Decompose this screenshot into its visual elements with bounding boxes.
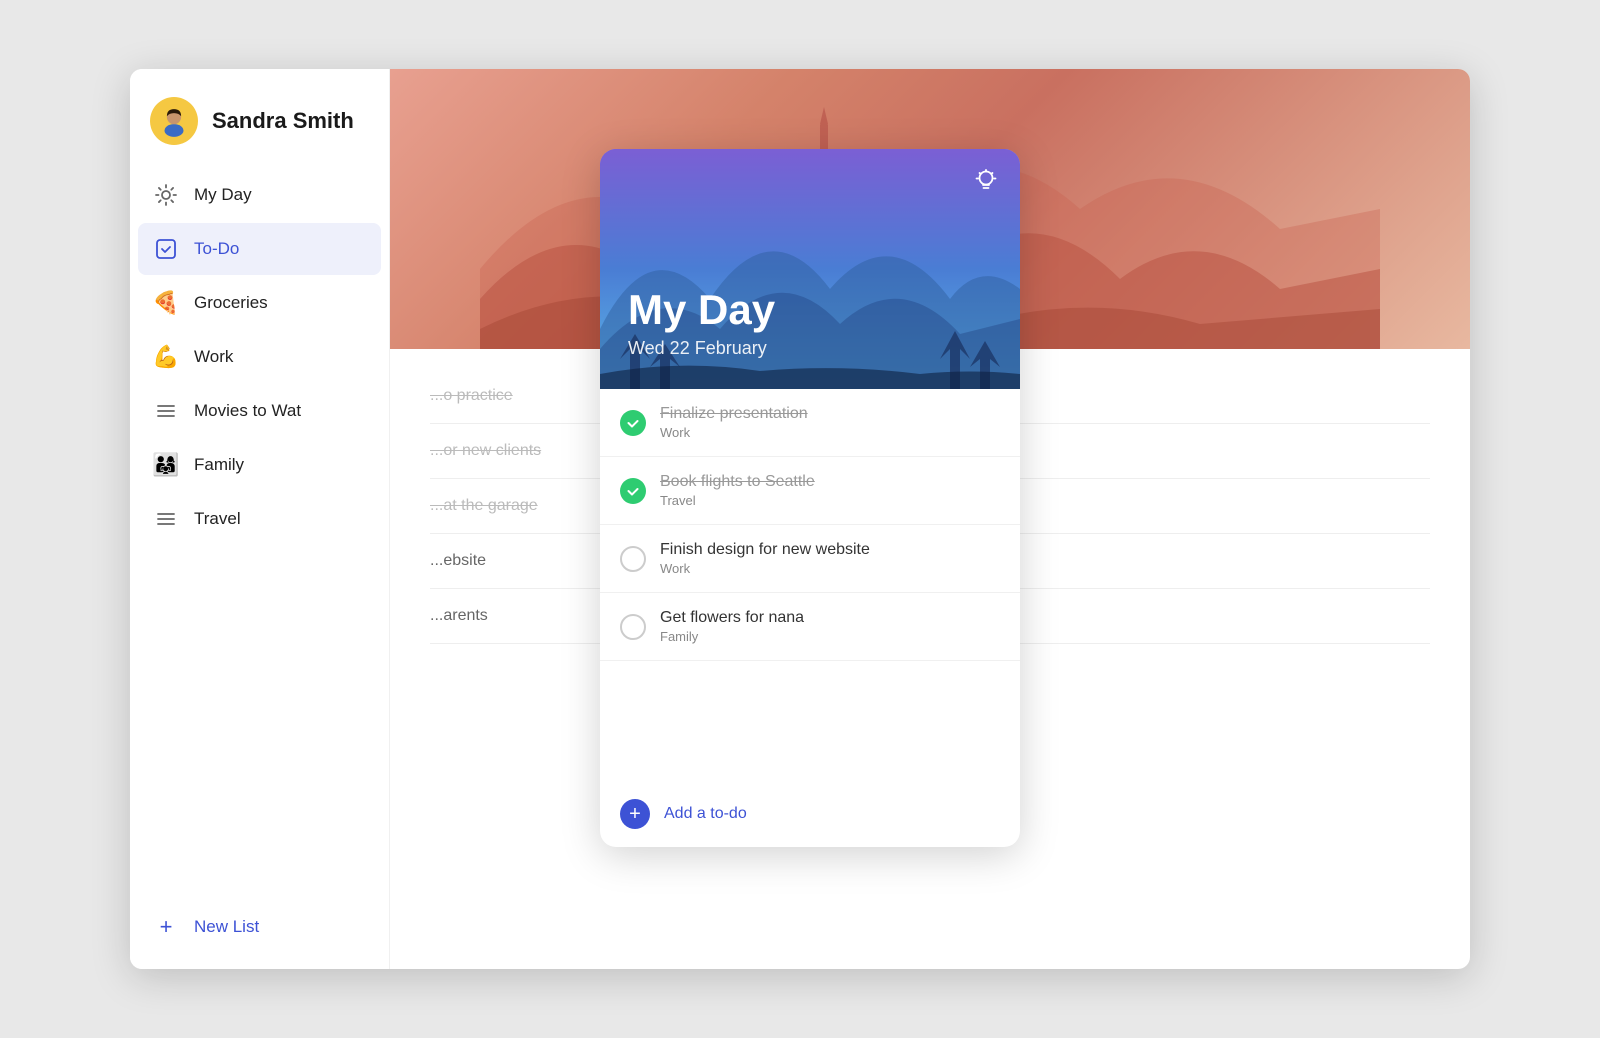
myday-task-4[interactable]: Get flowers for nana Family — [600, 593, 1020, 661]
sidebar: Sandra Smith — [130, 69, 390, 969]
task-3-list: Work — [660, 561, 870, 576]
myday-tasks-list: Finalize presentation Work Book flights … — [600, 389, 1020, 661]
myday-date: Wed 22 February — [628, 338, 775, 359]
sidebar-label-travel: Travel — [194, 509, 241, 529]
todo-icon — [152, 235, 180, 263]
add-todo-button[interactable]: + Add a to-do — [600, 781, 1020, 847]
sidebar-item-family[interactable]: 👨‍👩‍👧 Family — [138, 439, 381, 491]
sidebar-item-travel[interactable]: Travel — [138, 493, 381, 545]
new-list-label: New List — [194, 917, 259, 937]
sidebar-item-todo[interactable]: To-Do — [138, 223, 381, 275]
task-4-title: Get flowers for nana — [660, 609, 804, 627]
movies-icon — [152, 397, 180, 425]
myday-card-header: My Day Wed 22 February — [600, 149, 1020, 389]
task-3-title: Finish design for new website — [660, 541, 870, 559]
myday-task-3[interactable]: Finish design for new website Work — [600, 525, 1020, 593]
sidebar-item-my-day[interactable]: My Day — [138, 169, 381, 221]
task-4-info: Get flowers for nana Family — [660, 609, 804, 644]
task-empty-check-3[interactable] — [620, 546, 646, 572]
task-1-title: Finalize presentation — [660, 405, 808, 423]
add-todo-label: Add a to-do — [664, 805, 747, 823]
task-4-list: Family — [660, 629, 804, 644]
task-2-list: Travel — [660, 493, 815, 508]
task-1-info: Finalize presentation Work — [660, 405, 808, 440]
myday-task-2[interactable]: Book flights to Seattle Travel — [600, 457, 1020, 525]
sidebar-label-work: Work — [194, 347, 233, 367]
myday-title-text: My Day — [628, 286, 775, 334]
bulb-icon[interactable] — [972, 167, 1000, 202]
sidebar-item-work[interactable]: 💪 Work — [138, 331, 381, 383]
add-todo-circle-icon: + — [620, 799, 650, 829]
task-complete-check-1[interactable] — [620, 410, 646, 436]
work-icon: 💪 — [152, 343, 180, 371]
new-list-button[interactable]: + New List — [138, 901, 381, 953]
task-2-title: Book flights to Seattle — [660, 473, 815, 491]
user-name: Sandra Smith — [212, 108, 354, 134]
sidebar-label-groceries: Groceries — [194, 293, 268, 313]
plus-icon: + — [152, 913, 180, 941]
task-1-list: Work — [660, 425, 808, 440]
nav-list: My Day To-Do 🍕 Groceries 💪 — [130, 169, 389, 901]
myday-title-block: My Day Wed 22 February — [628, 286, 775, 359]
sidebar-label-todo: To-Do — [194, 239, 239, 259]
family-icon: 👨‍👩‍👧 — [152, 451, 180, 479]
sidebar-label-movies: Movies to Wat — [194, 401, 301, 421]
main-content: ...o practice ...or new clients ...at th… — [390, 69, 1470, 969]
groceries-icon: 🍕 — [152, 289, 180, 317]
myday-card: My Day Wed 22 February Finalize presenta… — [600, 149, 1020, 847]
sidebar-label-family: Family — [194, 455, 244, 475]
task-2-info: Book flights to Seattle Travel — [660, 473, 815, 508]
card-spacer — [600, 661, 1020, 781]
sidebar-item-movies[interactable]: Movies to Wat — [138, 385, 381, 437]
task-3-info: Finish design for new website Work — [660, 541, 870, 576]
task-empty-check-4[interactable] — [620, 614, 646, 640]
sidebar-label-my-day: My Day — [194, 185, 252, 205]
sidebar-item-groceries[interactable]: 🍕 Groceries — [138, 277, 381, 329]
sun-icon — [152, 181, 180, 209]
myday-task-1[interactable]: Finalize presentation Work — [600, 389, 1020, 457]
task-complete-check-2[interactable] — [620, 478, 646, 504]
avatar — [150, 97, 198, 145]
app-container: Sandra Smith — [130, 69, 1470, 969]
user-profile: Sandra Smith — [130, 69, 389, 169]
travel-icon — [152, 505, 180, 533]
